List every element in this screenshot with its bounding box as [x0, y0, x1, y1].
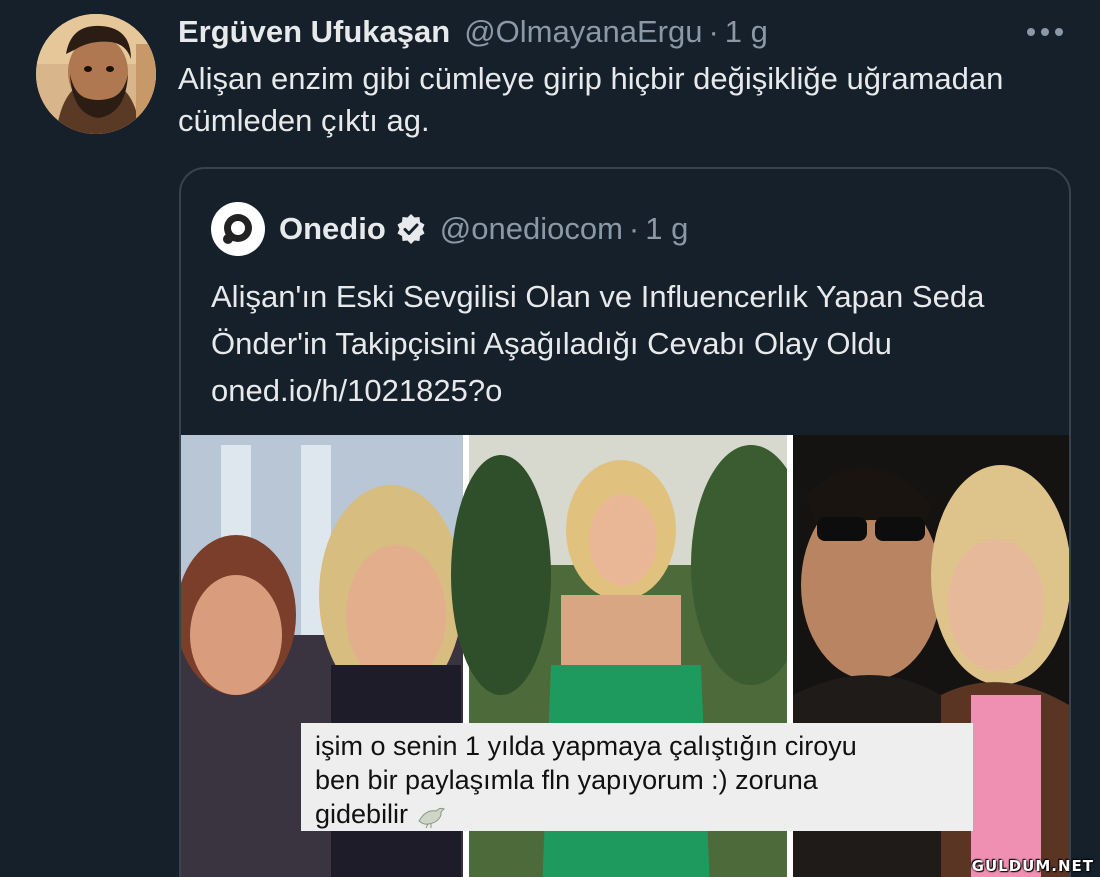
quoted-tweet-text: Alişan'ın Eski Sevgilisi Olan ve Influen… — [211, 279, 985, 408]
caption-line-3: gidebilir — [315, 797, 961, 831]
tweet-header: Ergüven Ufukaşan @OlmayanaErgu · 1 g — [178, 10, 768, 54]
author-name[interactable]: Ergüven Ufukaşan — [178, 14, 450, 50]
quoted-separator-dot: · — [628, 211, 640, 246]
tweet-text: Alişan enzim gibi cümleye girip hiçbir d… — [178, 61, 1004, 138]
author-handle[interactable]: @OlmayanaErgu — [464, 14, 702, 50]
onedio-logo-icon — [218, 209, 258, 249]
onedio-logo[interactable] — [211, 202, 265, 256]
caption-line-1: işim o senin 1 yılda yapmaya çalıştığın … — [315, 731, 857, 761]
separator-dot: · — [708, 14, 719, 49]
dove-icon — [416, 803, 446, 829]
watermark: GULDUM.NET — [971, 857, 1094, 875]
verified-badge-icon — [396, 214, 426, 244]
quoted-tweet-header: Onedio @onediocom · 1 g — [211, 201, 688, 257]
caption-line-2: ben bir paylaşımla fln yapıyorum :) zoru… — [315, 765, 818, 795]
more-options-button[interactable] — [1020, 12, 1070, 52]
media-caption-overlay: işim o senin 1 yılda yapmaya çalıştığın … — [301, 723, 973, 831]
more-horizontal-icon — [1027, 28, 1063, 36]
quoted-author-handle[interactable]: @onediocom — [440, 211, 623, 247]
tweet-page: Ergüven Ufukaşan @OlmayanaErgu · 1 g Ali… — [0, 0, 1100, 877]
avatar-photo — [36, 14, 156, 134]
quoted-timestamp[interactable]: 1 g — [645, 211, 688, 247]
author-avatar[interactable] — [36, 14, 156, 134]
tweet-timestamp[interactable]: 1 g — [725, 14, 768, 50]
quoted-author-name[interactable]: Onedio — [279, 211, 386, 247]
quoted-tweet-media[interactable]: işim o senin 1 yılda yapmaya çalıştığın … — [181, 435, 1069, 877]
caption-line-3-text: gidebilir — [315, 799, 409, 829]
quoted-tweet-card[interactable]: Onedio @onediocom · 1 g Alişan'ın Eski S… — [179, 167, 1071, 877]
